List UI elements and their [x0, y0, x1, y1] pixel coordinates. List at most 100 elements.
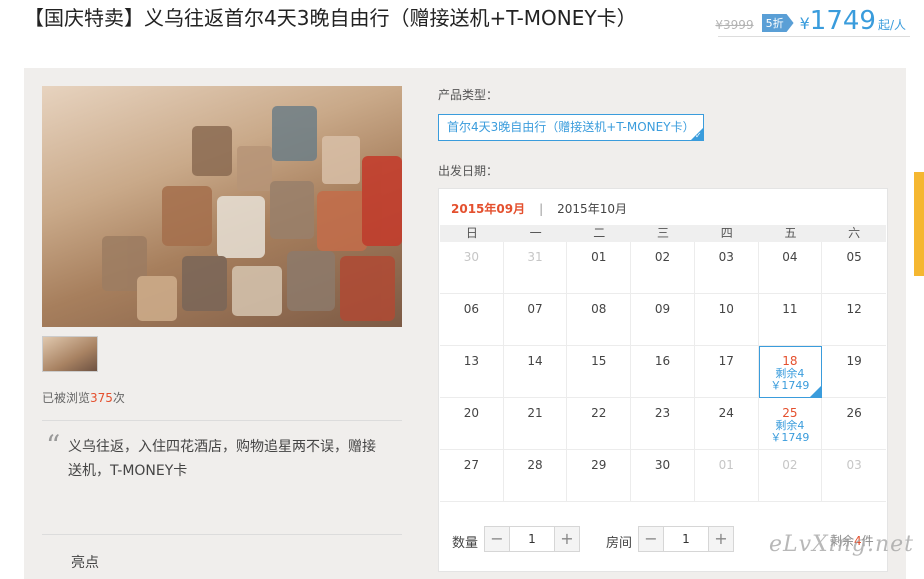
day-number: 08: [591, 302, 607, 316]
day-number: 31: [527, 250, 543, 264]
calendar-day[interactable]: 23: [631, 398, 695, 450]
departure-calendar: 2015年09月 | 2015年10月 日 一 二 三 四 五 六 30 31 01…: [438, 188, 888, 572]
calendar-day[interactable]: 09: [631, 294, 695, 346]
weekday-fri: 五: [784, 226, 797, 240]
view-count: 已被浏览375次: [42, 389, 125, 406]
day-number: 06: [463, 302, 479, 316]
calendar-day[interactable]: 31: [503, 242, 568, 294]
day-number: 22: [591, 406, 607, 420]
calendar-day[interactable]: 06: [440, 294, 504, 346]
day-number: 16: [654, 354, 671, 368]
room-label: 房间: [606, 536, 633, 551]
day-number: 02: [654, 250, 671, 264]
day-number: 01: [718, 458, 734, 472]
month-separator: |: [539, 201, 544, 216]
calendar-day[interactable]: 10: [694, 294, 759, 346]
day-number: 19: [846, 354, 862, 368]
calendar-day[interactable]: 20: [440, 398, 504, 450]
views-prefix: 已被浏览: [42, 391, 91, 405]
month-tabs: 2015年09月 | 2015年10月: [451, 200, 627, 217]
highlights-heading[interactable]: 亮点: [71, 552, 99, 572]
day-number: 01: [591, 250, 607, 264]
weekday-tue: 二: [593, 226, 606, 240]
weekday-sun: 日: [465, 226, 478, 240]
day-price: ￥1749: [770, 431, 810, 444]
calendar-day[interactable]: 02: [631, 242, 695, 294]
day-number: 02: [782, 458, 798, 472]
calendar-day[interactable]: 05: [822, 242, 886, 294]
day-number: 26: [846, 406, 862, 420]
calendar-day[interactable]: 29: [567, 450, 632, 502]
product-type-value: 首尔4天3晚自由行（赠接送机+T-MONEY卡）: [447, 120, 695, 134]
weekday-header: 日 一 二 三 四 五 六: [440, 225, 886, 242]
calendar-day[interactable]: 22: [567, 398, 632, 450]
calendar-day[interactable]: 18 剩余4 ￥1749: [758, 346, 823, 398]
calendar-day[interactable]: 01: [567, 242, 632, 294]
currency-symbol: ¥: [799, 14, 810, 33]
room-input[interactable]: 1: [663, 527, 709, 551]
calendar-day[interactable]: 26: [822, 398, 886, 450]
price-box: ¥3999 5折 ¥ 1749 起/人: [715, 6, 906, 36]
quantity-input[interactable]: 1: [509, 527, 555, 551]
day-number: 15: [591, 354, 607, 368]
calendar-day[interactable]: 16: [631, 346, 695, 398]
calendar-day[interactable]: 27: [440, 450, 504, 502]
day-number: 13: [463, 354, 479, 368]
quantity-stepper: − 1 +: [484, 526, 580, 552]
quantity-minus-button[interactable]: −: [485, 527, 509, 551]
divider: [42, 534, 402, 535]
selected-corner-icon: [810, 386, 822, 397]
month-tab-oct[interactable]: 2015年10月: [557, 200, 627, 217]
calendar-day[interactable]: 14: [503, 346, 568, 398]
sale-price: 1749: [809, 6, 876, 36]
calendar-day[interactable]: 08: [567, 294, 632, 346]
day-number: 09: [654, 302, 671, 316]
quantity-label: 数量: [452, 536, 479, 551]
calendar-day[interactable]: 03: [694, 242, 759, 294]
calendar-day[interactable]: 02: [758, 450, 823, 502]
side-float-tab[interactable]: [914, 172, 924, 276]
day-number: 05: [846, 250, 862, 264]
views-suffix: 次: [112, 391, 125, 405]
day-number: 03: [718, 250, 734, 264]
month-tab-sep[interactable]: 2015年09月: [451, 200, 525, 217]
calendar-day[interactable]: 30: [631, 450, 695, 502]
day-number: 28: [527, 458, 543, 472]
product-type-option[interactable]: 首尔4天3晚自由行（赠接送机+T-MONEY卡） ✓: [438, 114, 704, 141]
photo-thumbnail[interactable]: [42, 336, 98, 372]
calendar-day[interactable]: 28: [503, 450, 568, 502]
calendar-day[interactable]: 12: [822, 294, 886, 346]
calendar-day[interactable]: 01: [694, 450, 759, 502]
calendar-day[interactable]: 15: [567, 346, 632, 398]
quantity-plus-button[interactable]: +: [555, 527, 579, 551]
day-number: 24: [718, 406, 734, 420]
day-number: 14: [527, 354, 543, 368]
day-number: 30: [654, 458, 671, 472]
calendar-day[interactable]: 24: [694, 398, 759, 450]
day-number: 18: [782, 354, 798, 368]
calendar-day[interactable]: 07: [503, 294, 568, 346]
calendar-day[interactable]: 03: [822, 450, 886, 502]
original-price: ¥3999: [715, 18, 754, 32]
day-number: 10: [718, 302, 734, 316]
calendar-day[interactable]: 13: [440, 346, 504, 398]
weekday-mon: 一: [529, 226, 542, 240]
calendar-day[interactable]: 25 剩余4 ￥1749: [758, 398, 823, 450]
day-number: 25: [782, 406, 798, 420]
day-number: 11: [782, 302, 798, 316]
discount-badge: 5折: [761, 14, 794, 32]
divider: [42, 420, 402, 421]
calendar-day[interactable]: 21: [503, 398, 568, 450]
calendar-day[interactable]: 17: [694, 346, 759, 398]
calendar-grid: 30 31 01 02 03 04 05 06 07 08 09 10 11 12 13 14 15 16 17 18…: [440, 242, 886, 502]
divider: [718, 36, 910, 37]
views-number: 375: [90, 391, 113, 405]
room-minus-button[interactable]: −: [639, 527, 663, 551]
calendar-day[interactable]: 30: [440, 242, 504, 294]
calendar-day[interactable]: 11: [758, 294, 823, 346]
product-title: 【国庆特卖】义乌往返首尔4天3晚自由行（赠接送机+T-MONEY卡）: [24, 6, 637, 30]
room-plus-button[interactable]: +: [709, 527, 733, 551]
product-summary: 义乌往返，入住四花酒店，购物追星两不误，赠接送机，T-MONEY卡: [68, 439, 376, 479]
calendar-day[interactable]: 04: [758, 242, 823, 294]
calendar-day[interactable]: 19: [822, 346, 886, 398]
